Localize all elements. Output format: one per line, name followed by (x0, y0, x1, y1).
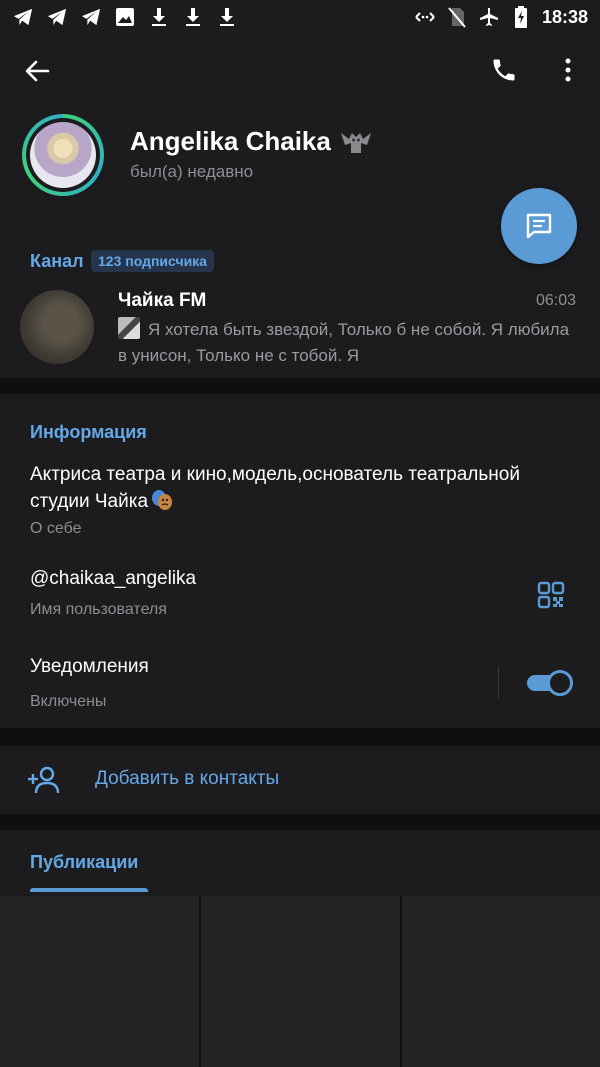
profile-name: Angelika Chaika (130, 126, 331, 156)
username-caption: Имя пользователя (30, 601, 167, 618)
channel-last-message: Я хотела быть звездой, Только б не собой… (118, 317, 570, 369)
qr-code-button[interactable] (536, 580, 566, 610)
download-icon (182, 6, 204, 28)
add-person-icon (26, 762, 62, 798)
tab-publications[interactable]: Публикации (30, 852, 138, 873)
message-photo-thumbnail (118, 317, 140, 339)
notifications-label[interactable]: Уведомления (30, 656, 149, 678)
more-vertical-icon (565, 58, 571, 82)
clock: 18:38 (541, 6, 588, 27)
profile-header: Angelika Chaika был(а) недавно (0, 34, 600, 224)
channel-avatar (20, 290, 94, 364)
telegram-icon (12, 6, 34, 28)
channel-section-label: Канал (30, 251, 84, 271)
name-row: Angelika Chaika (130, 126, 373, 157)
back-button[interactable] (20, 54, 54, 88)
toggle-knob (547, 670, 573, 696)
image-icon (114, 6, 136, 28)
publication-tile[interactable] (402, 896, 600, 1067)
add-contact-label: Добавить в контакты (95, 768, 280, 789)
channel-message-text: Я хотела быть звездой, Только б не собой… (118, 320, 570, 365)
publication-tile[interactable] (0, 896, 199, 1067)
theater-masks-emoji-icon (150, 488, 174, 512)
notifications-status: Включены (30, 693, 107, 710)
bio-content: Актриса театра и кино,модель,основатель … (30, 464, 520, 512)
publications-grid (0, 896, 600, 1067)
phone-icon (493, 59, 515, 81)
gargoyle-emoji-icon[interactable] (339, 127, 373, 157)
call-button[interactable] (486, 52, 522, 88)
arrow-left-icon (25, 60, 50, 82)
vertical-divider (498, 666, 499, 698)
download-icon (216, 6, 238, 28)
telegram-icon (46, 6, 68, 28)
telegram-icon (80, 6, 102, 28)
publication-tile[interactable] (201, 896, 400, 1067)
battery-charging-icon (510, 6, 532, 28)
last-seen-status: был(а) недавно (130, 162, 254, 181)
status-bar: 18:38 (0, 0, 600, 34)
add-contact-button[interactable]: Добавить в контакты (0, 746, 600, 814)
avatar-frame (26, 118, 100, 192)
info-section: Информация Актриса театра и кино,модель,… (0, 394, 600, 728)
profile-avatar[interactable] (22, 114, 104, 196)
message-icon (526, 213, 552, 239)
channel-title: Чайка FM (118, 290, 207, 311)
qr-code-icon (537, 581, 565, 609)
subscribers-badge: 123 подписчика (91, 250, 214, 272)
data-saver-icon (414, 6, 436, 28)
bio-caption: О себе (30, 520, 82, 537)
more-options-button[interactable] (556, 52, 580, 88)
publications-tabs: Публикации (0, 830, 600, 896)
notifications-toggle[interactable] (527, 670, 573, 696)
active-tab-indicator (30, 888, 148, 892)
avatar-photo (30, 122, 96, 188)
channel-message-time: 06:03 (536, 292, 577, 309)
username-value[interactable]: @chaikaa_angelika (30, 568, 196, 590)
bio-text[interactable]: Актриса театра и кино,модель,основатель … (30, 462, 550, 515)
no-sim-icon (446, 6, 468, 28)
message-fab[interactable] (501, 188, 577, 264)
download-icon (148, 6, 170, 28)
airplane-icon (478, 6, 500, 28)
info-section-label: Информация (30, 422, 147, 442)
